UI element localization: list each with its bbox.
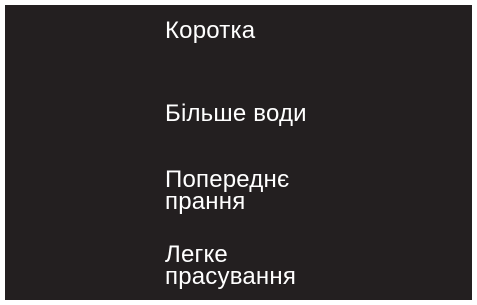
option-short[interactable]: Коротка xyxy=(165,17,256,44)
option-prewash-label-line-2: прання xyxy=(165,188,246,215)
option-easy-ironing-label-line-2: прасування xyxy=(165,263,297,290)
option-more-water-label: Більше води xyxy=(165,100,307,127)
option-easy-ironing[interactable]: Легке прасування xyxy=(165,243,297,290)
option-short-label: Коротка xyxy=(165,17,256,44)
option-more-water[interactable]: Більше води xyxy=(165,100,307,127)
options-screen: Коротка Більше води Попереднє прання Лег… xyxy=(5,5,472,300)
option-prewash[interactable]: Попереднє прання xyxy=(165,168,289,215)
